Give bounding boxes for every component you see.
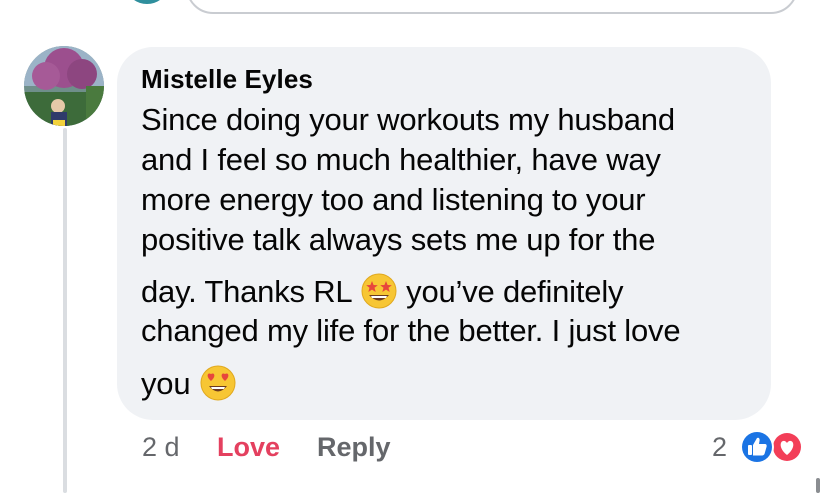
comment-text-segment: you’ve definitely <box>406 274 624 309</box>
thread-line <box>63 128 67 493</box>
comment-text-line: you <box>141 364 237 402</box>
like-icon <box>740 430 774 464</box>
previous-avatar-fragment <box>128 0 166 4</box>
heart-eyes-emoji-icon <box>199 364 237 402</box>
comment-text-line: positive talk always sets me up for the <box>141 222 656 257</box>
comment-author[interactable]: Mistelle Eyles <box>141 64 313 95</box>
scrollbar-fragment[interactable] <box>816 478 820 493</box>
reaction-summary[interactable] <box>738 428 808 466</box>
comment-input-fragment[interactable] <box>186 0 798 14</box>
comment-text-line: day. Thanks RL you’ve definitely <box>141 272 624 310</box>
comment-text-line: changed my life for the better. I just l… <box>141 313 681 348</box>
comment-text-segment: day. Thanks RL <box>141 274 352 309</box>
avatar[interactable] <box>24 46 104 126</box>
comment-text-line: Since doing your workouts my husband <box>141 102 675 137</box>
love-icon <box>771 431 803 463</box>
love-reaction-button[interactable]: Love <box>217 432 280 463</box>
comment-text-line: more energy too and listening to your <box>141 182 646 217</box>
comment-text-line: and I feel so much healthier, have way <box>141 142 661 177</box>
reply-button[interactable]: Reply <box>317 432 391 463</box>
comment-timestamp[interactable]: 2 d <box>142 432 180 463</box>
star-struck-emoji-icon <box>360 272 398 310</box>
comment-text-segment: you <box>141 366 191 401</box>
reaction-count[interactable]: 2 <box>712 432 727 463</box>
